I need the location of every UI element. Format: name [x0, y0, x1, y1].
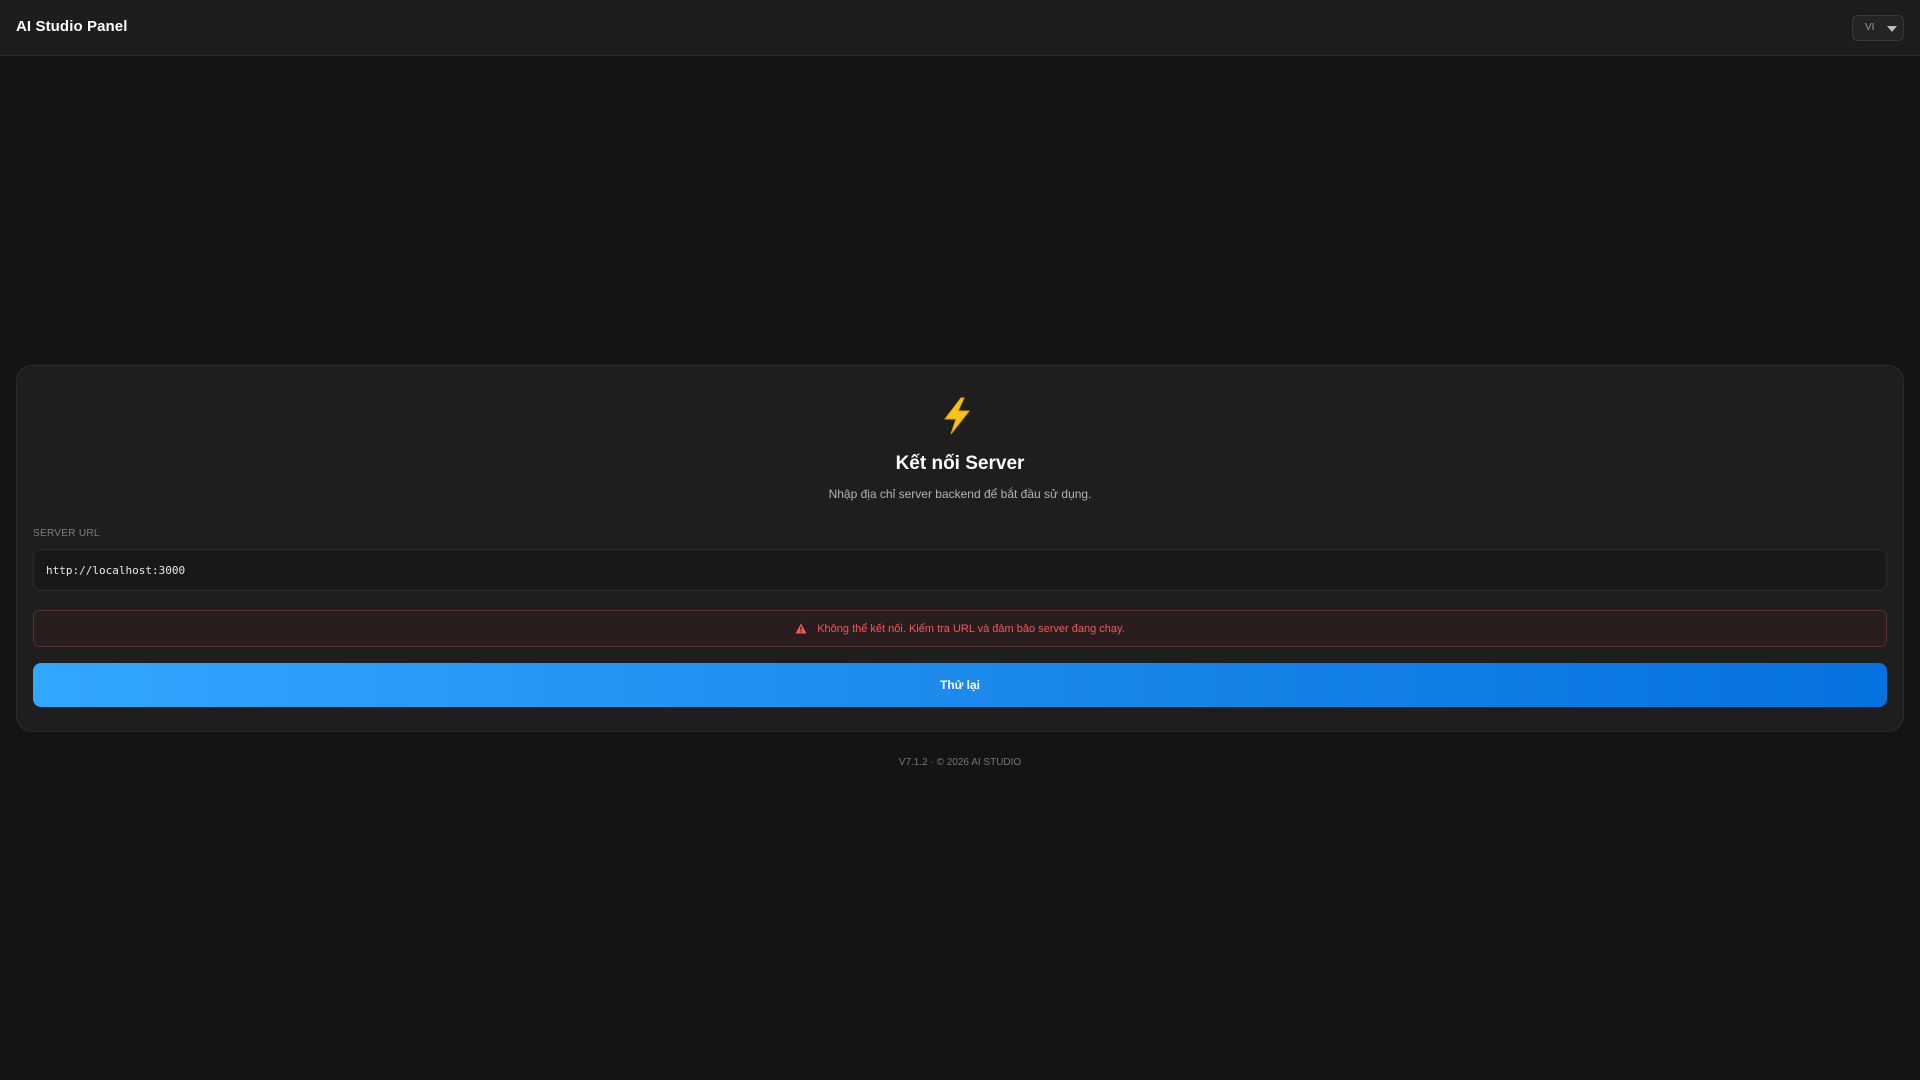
- error-message-text: Không thể kết nối. Kiểm tra URL và đảm b…: [817, 622, 1125, 635]
- app-title: AI Studio Panel: [16, 18, 128, 35]
- top-bar: AI Studio Panel VI: [0, 0, 1920, 56]
- warning-icon: [795, 623, 807, 634]
- lightning-bolt-icon: [943, 397, 971, 435]
- error-message-box: Không thể kết nối. Kiểm tra URL và đảm b…: [33, 610, 1887, 647]
- connect-server-card: Kết nối Server Nhập địa chỉ server backe…: [16, 365, 1904, 732]
- server-url-label: SERVER URL: [33, 528, 100, 539]
- card-title: Kết nối Server: [895, 453, 1025, 474]
- chevron-down-icon: [1887, 26, 1897, 32]
- footer-version: V7.1.2 · © 2026 AI STUDIO: [898, 757, 1022, 768]
- language-select[interactable]: VI: [1852, 15, 1904, 41]
- server-url-input[interactable]: [33, 549, 1887, 591]
- card-subtitle: Nhập địa chỉ server backend để bắt đầu s…: [828, 487, 1092, 501]
- retry-button[interactable]: Thử lại: [33, 663, 1887, 707]
- language-select-value: VI: [1865, 22, 1875, 33]
